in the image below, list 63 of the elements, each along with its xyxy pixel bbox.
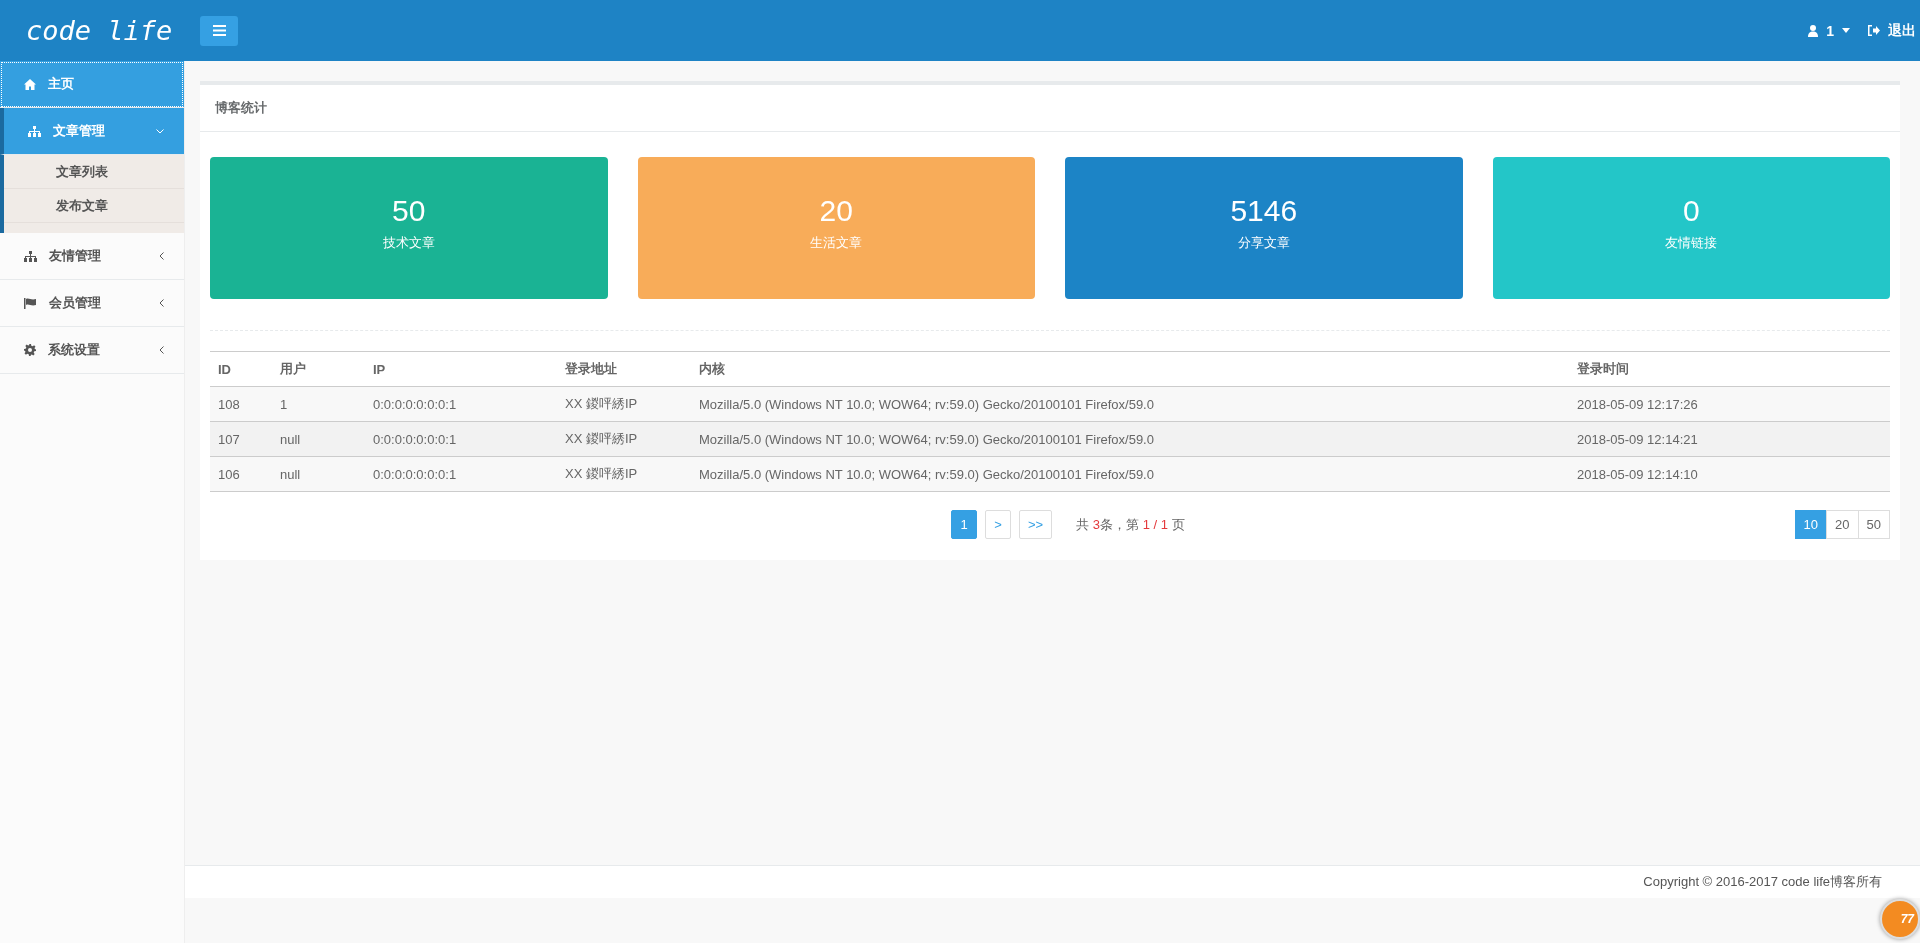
submenu-item[interactable]: 文章列表 (4, 155, 184, 189)
page-button[interactable]: > (985, 510, 1011, 539)
flag-icon (24, 297, 37, 309)
stat-label: 生活文章 (810, 234, 863, 252)
sidebar-item[interactable]: 会员管理 (0, 280, 184, 327)
table-cell: 0:0:0:0:0:0:0:1 (365, 421, 557, 457)
sidebar-item[interactable]: 文章管理 (0, 108, 184, 155)
table-cell: Mozilla/5.0 (Windows NT 10.0; WOW64; rv:59.0) Gecko/20100101 Firefox/59.0 (691, 456, 1569, 492)
table-cell: 108 (210, 386, 272, 422)
table-cell: XX 鍐呯綉IP (557, 456, 691, 492)
table-cell: Mozilla/5.0 (Windows NT 10.0; WOW64; rv:59.0) Gecko/20100101 Firefox/59.0 (691, 421, 1569, 457)
table-cell: 2018-05-09 12:14:10 (1569, 456, 1890, 492)
page-size-button[interactable]: 20 (1826, 510, 1859, 539)
column-header: IP (365, 351, 557, 387)
sidebar-item[interactable]: 主页 (0, 61, 184, 108)
chevron-left-icon (159, 346, 164, 354)
notification-badge[interactable]: 77 (1880, 899, 1920, 939)
table-cell: XX 鍐呯綉IP (557, 386, 691, 422)
table-cell: 2018-05-09 12:14:21 (1569, 421, 1890, 457)
gear-icon (24, 344, 36, 356)
table-cell: Mozilla/5.0 (Windows NT 10.0; WOW64; rv:59.0) Gecko/20100101 Firefox/59.0 (691, 386, 1569, 422)
column-header: 内核 (691, 351, 1569, 387)
stat-label: 技术文章 (382, 234, 435, 252)
chevron-down-icon (156, 128, 164, 134)
copyright-text: Copyright © 2016-2017 code life博客所有 (1643, 873, 1882, 891)
sitemap-icon (24, 250, 37, 262)
column-header: 登录时间 (1569, 351, 1890, 387)
column-header: 登录地址 (557, 351, 691, 387)
sidebar-item[interactable]: 友情管理 (0, 233, 184, 280)
table-cell: 0:0:0:0:0:0:0:1 (365, 456, 557, 492)
stat-label: 分享文章 (1237, 234, 1290, 252)
page-size-button[interactable]: 10 (1794, 510, 1828, 539)
stat-label: 友情链接 (1665, 234, 1718, 252)
table-cell: XX 鍐呯綉IP (557, 421, 691, 457)
column-header: ID (210, 351, 272, 387)
column-header: 用户 (272, 351, 365, 387)
table-cell: null (272, 421, 365, 457)
page-button[interactable]: 1 (951, 510, 977, 539)
table-cell: 106 (210, 456, 272, 492)
table-cell: 0:0:0:0:0:0:0:1 (365, 386, 557, 422)
stat-value: 0 (1682, 194, 1700, 228)
table-cell: 1 (272, 386, 365, 422)
stat-value: 50 (392, 194, 426, 228)
logo[interactable]: code life (26, 15, 200, 46)
stat-value: 20 (819, 194, 853, 228)
submenu-item[interactable]: 发布文章 (4, 189, 184, 223)
logout-link[interactable]: 退出 (1868, 21, 1916, 40)
panel-title: 博客统计 (215, 99, 267, 117)
chevron-left-icon (159, 252, 164, 260)
table-cell: 107 (210, 421, 272, 457)
table-cell: 2018-05-09 12:17:26 (1569, 386, 1890, 422)
sidebar-item[interactable]: 系统设置 (0, 327, 184, 374)
menu-icon (212, 25, 226, 36)
table-cell: null (272, 456, 365, 492)
chevron-left-icon (159, 299, 164, 307)
page-summary: 共 3条，第 1 / 1 页 (1076, 515, 1185, 534)
user-menu[interactable]: 1 (1808, 22, 1850, 39)
stat-value: 5146 (1230, 194, 1298, 228)
page-size-button[interactable]: 50 (1857, 510, 1890, 539)
sitemap-icon (28, 125, 41, 137)
page-button[interactable]: >> (1019, 510, 1053, 539)
menu-button[interactable] (200, 15, 238, 46)
home-icon (24, 78, 36, 90)
